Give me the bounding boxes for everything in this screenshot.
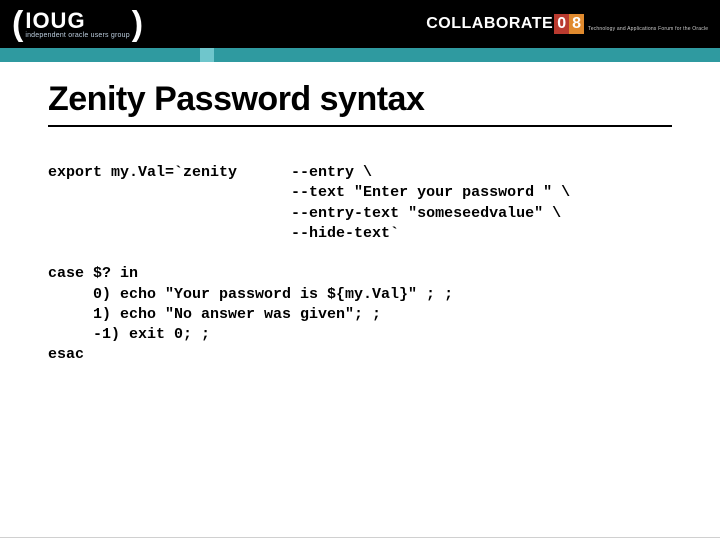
collab-tagline: Technology and Applications Forum for th… xyxy=(588,26,708,34)
code-line: 0) echo "Your password is ${my.Val}" ; ; xyxy=(48,286,453,303)
code-text: --entry \ xyxy=(291,164,372,181)
ioug-logo: ( IOUG independent oracle users group ) xyxy=(12,7,143,41)
footer-divider xyxy=(0,537,720,538)
collab-year: 0 8 xyxy=(554,14,584,34)
accent-bar xyxy=(0,48,720,62)
ioug-main: IOUG xyxy=(25,10,129,32)
code-text: export my.Val=`zenity xyxy=(48,164,237,181)
header-bar: ( IOUG independent oracle users group ) … xyxy=(0,0,720,48)
accent-bar-light xyxy=(200,48,214,62)
code-block: export my.Val=`zenity --entry \ --text "… xyxy=(48,163,672,366)
collab-digit-0: 0 xyxy=(554,14,569,34)
slide: ( IOUG independent oracle users group ) … xyxy=(0,0,720,540)
code-line: --text "Enter your password " \ xyxy=(48,184,570,201)
code-line: --hide-text` xyxy=(48,225,399,242)
collab-word: COLLABORATE xyxy=(426,15,553,33)
code-text: --text "Enter your password " \ xyxy=(291,184,570,201)
ioug-subtitle: independent oracle users group xyxy=(25,32,129,39)
code-text: --entry-text "someseedvalue" \ xyxy=(291,205,561,222)
code-line: 1) echo "No answer was given"; ; xyxy=(48,306,381,323)
code-line: export my.Val=`zenity --entry \ xyxy=(48,164,372,181)
paren-close-icon: ) xyxy=(132,7,143,41)
ioug-text: IOUG independent oracle users group xyxy=(25,10,129,39)
code-line: --entry-text "someseedvalue" \ xyxy=(48,205,561,222)
paren-open-icon: ( xyxy=(12,7,23,41)
content-area: Zenity Password syntax export my.Val=`ze… xyxy=(0,62,720,366)
code-line: case $? in xyxy=(48,265,138,282)
collab-digit-1: 8 xyxy=(569,14,584,34)
title-underline xyxy=(48,125,672,127)
code-line: -1) exit 0; ; xyxy=(48,326,210,343)
accent-bar-dark xyxy=(0,48,200,62)
code-text: --hide-text` xyxy=(291,225,399,242)
code-line: esac xyxy=(48,346,84,363)
slide-title: Zenity Password syntax xyxy=(48,80,672,119)
collaborate-logo: COLLABORATE 0 8 Technology and Applicati… xyxy=(426,14,708,34)
